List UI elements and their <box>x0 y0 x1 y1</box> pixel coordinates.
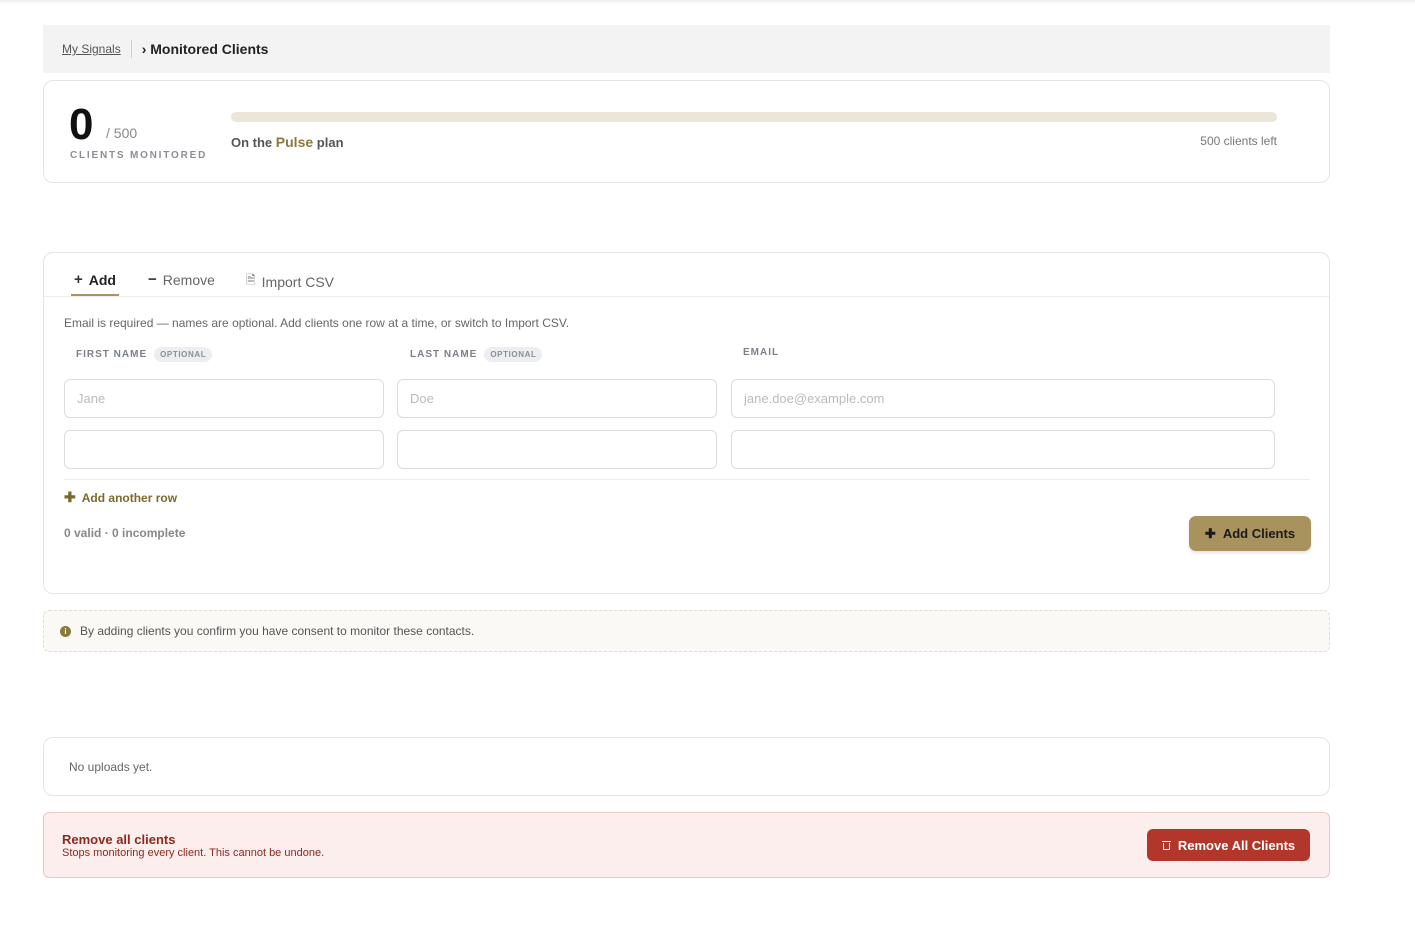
danger-subtitle: Stops monitoring every client. This cann… <box>62 847 325 859</box>
tab-import-csv[interactable]: 🗎 Import CSV <box>246 271 334 292</box>
usage-progress-bar <box>231 112 1277 122</box>
validation-status: 0 valid · 0 incomplete <box>64 526 186 540</box>
email-label: EMAIL <box>743 347 780 358</box>
plus-icon: ✚ <box>1204 525 1216 541</box>
first-name-label: FIRST NAME <box>76 349 148 360</box>
plan-prefix: On the <box>231 135 273 150</box>
document-icon: 🗎 <box>246 273 256 287</box>
plan-name: Pulse <box>275 134 314 150</box>
first-name-column-label: FIRST NAME OPTIONAL <box>76 347 213 362</box>
add-another-row-button[interactable]: ✚ Add another row <box>64 489 177 506</box>
remove-all-clients-button[interactable]: Remove All Clients <box>1147 829 1310 861</box>
add-clients-card: + Add − Remove 🗎 Import CSV Email is req… <box>43 252 1330 594</box>
plan-suffix: plan <box>316 135 344 150</box>
clients-limit: / 500 <box>106 125 138 141</box>
breadcrumb-separator <box>130 40 132 58</box>
danger-title: Remove all clients <box>62 832 176 847</box>
plus-icon: ✚ <box>64 489 76 505</box>
plan-info: On the Pulse plan <box>231 134 344 150</box>
breadcrumb: My Signals › Monitored Clients <box>43 25 1330 73</box>
email-column-label: EMAIL <box>743 347 779 358</box>
remove-all-clients-label: Remove All Clients <box>1177 837 1296 853</box>
tab-add[interactable]: + Add <box>74 271 116 288</box>
breadcrumb-my-signals-link[interactable]: My Signals <box>62 42 121 56</box>
rows-divider <box>64 479 1310 480</box>
add-clients-button[interactable]: ✚ Add Clients <box>1189 516 1311 551</box>
trash-icon <box>1161 840 1171 850</box>
first-name-input-row-1[interactable] <box>64 379 384 418</box>
active-tab-indicator <box>71 294 119 296</box>
top-shadow <box>0 0 1415 4</box>
last-name-label: LAST NAME <box>410 349 478 360</box>
usage-card: 0 / 500 CLIENTS MONITORED On the Pulse p… <box>43 80 1330 183</box>
plus-icon: + <box>74 271 83 288</box>
tab-import-csv-label: Import CSV <box>261 273 335 290</box>
clients-remaining: 500 clients left <box>1200 134 1277 148</box>
clients-monitored-count: 0 <box>69 100 94 149</box>
last-name-input-row-1[interactable] <box>397 379 717 418</box>
tab-bar: + Add − Remove 🗎 Import CSV <box>44 253 1329 297</box>
tab-remove[interactable]: − Remove <box>148 271 215 288</box>
uploads-card: No uploads yet. <box>43 737 1330 796</box>
info-icon: i <box>60 625 71 637</box>
optional-badge: OPTIONAL <box>484 347 543 362</box>
consent-text: By adding clients you confirm you have c… <box>80 624 475 638</box>
first-name-input-row-2[interactable] <box>64 430 384 469</box>
email-input-row-1[interactable] <box>731 379 1275 418</box>
tab-remove-label: Remove <box>162 271 215 288</box>
form-helper-text: Email is required — names are optional. … <box>64 316 570 330</box>
clients-monitored-label: CLIENTS MONITORED <box>70 150 208 161</box>
danger-zone: Remove all clients Stops monitoring ever… <box>43 812 1330 878</box>
page-title: › Monitored Clients <box>141 41 269 57</box>
consent-notice: i By adding clients you confirm you have… <box>43 610 1330 652</box>
last-name-column-label: LAST NAME OPTIONAL <box>410 347 543 362</box>
last-name-input-row-2[interactable] <box>397 430 717 469</box>
minus-icon: − <box>148 271 157 288</box>
no-uploads-text: No uploads yet. <box>69 759 153 774</box>
email-input-row-2[interactable] <box>731 430 1275 469</box>
optional-badge: OPTIONAL <box>154 347 213 362</box>
add-another-row-label: Add another row <box>81 490 178 505</box>
tab-add-label: Add <box>88 271 116 288</box>
add-clients-label: Add Clients <box>1222 526 1296 541</box>
